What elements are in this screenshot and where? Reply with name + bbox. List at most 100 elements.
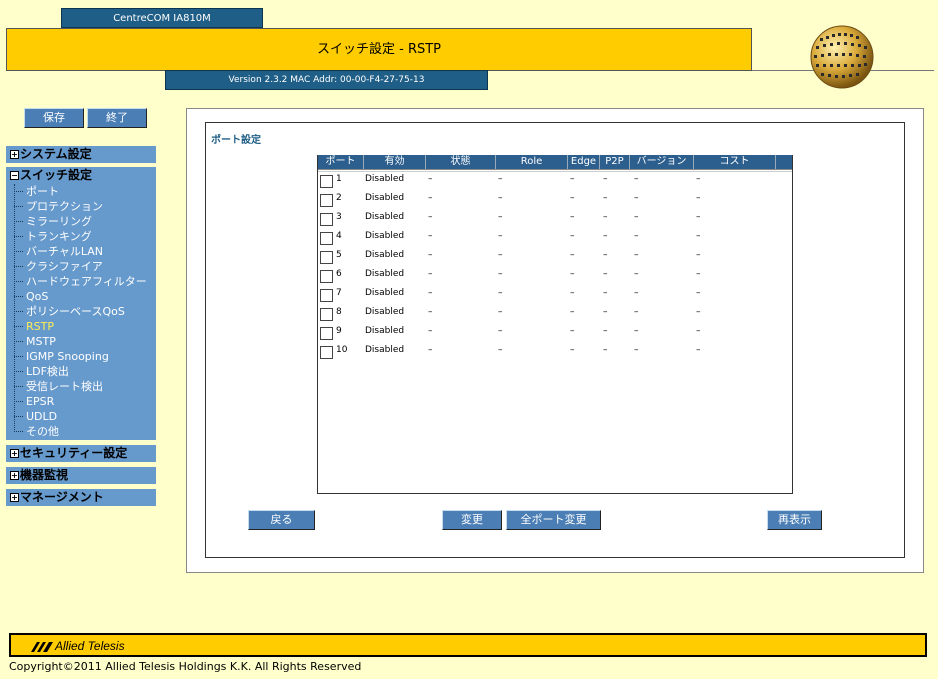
cell-port: 6 — [336, 269, 342, 279]
port-select-checkbox[interactable] — [320, 289, 333, 302]
col-header-edge: Edge — [568, 155, 600, 169]
menu-system-settings[interactable]: + システム設定 — [6, 146, 156, 163]
cell-enabled: Disabled — [365, 288, 405, 298]
cell-version: – — [634, 288, 639, 298]
device-name-tab: CentreCOM IA810M — [61, 8, 263, 28]
cell-p2p: – — [603, 193, 608, 203]
expand-plus-icon[interactable]: + — [10, 150, 19, 159]
back-button[interactable]: 戻る — [248, 510, 315, 530]
table-row: 2 Disabled – – – – – – — [320, 189, 790, 208]
refresh-button[interactable]: 再表示 — [767, 510, 822, 530]
cell-p2p: – — [603, 288, 608, 298]
cell-state: – — [428, 326, 433, 336]
col-header-role: Role — [496, 155, 568, 169]
cell-port: 9 — [336, 326, 342, 336]
cell-p2p: – — [603, 345, 608, 355]
submenu-item-protection[interactable]: プロテクション — [14, 199, 103, 214]
cell-cost: – — [696, 250, 701, 260]
cell-edge: – — [570, 288, 575, 298]
menu-device-monitoring[interactable]: + 機器監視 — [6, 467, 156, 484]
cell-version: – — [634, 174, 639, 184]
cell-cost: – — [696, 288, 701, 298]
port-select-checkbox[interactable] — [320, 194, 333, 207]
col-header-cost: コスト — [694, 155, 776, 169]
expand-plus-icon[interactable]: + — [10, 471, 19, 480]
expand-plus-icon[interactable]: + — [10, 493, 19, 502]
menu-management[interactable]: + マネージメント — [6, 489, 156, 506]
cell-role: – — [498, 269, 503, 279]
submenu-item-epsr[interactable]: EPSR — [14, 394, 54, 409]
cell-state: – — [428, 307, 433, 317]
cell-port: 4 — [336, 231, 342, 241]
exit-button[interactable]: 終了 — [87, 108, 147, 128]
save-button[interactable]: 保存 — [24, 108, 84, 128]
port-select-checkbox[interactable] — [320, 308, 333, 321]
cell-port: 8 — [336, 307, 342, 317]
submenu-item-ldf[interactable]: LDF検出 — [14, 364, 69, 379]
port-select-checkbox[interactable] — [320, 270, 333, 283]
cell-p2p: – — [603, 174, 608, 184]
table-row: 5 Disabled – – – – – – — [320, 246, 790, 265]
submenu-item-rate-detect[interactable]: 受信レート検出 — [14, 379, 103, 394]
port-select-checkbox[interactable] — [320, 232, 333, 245]
submenu-item-mirroring[interactable]: ミラーリング — [14, 214, 92, 229]
cell-state: – — [428, 231, 433, 241]
table-row: 7 Disabled – – – – – – — [320, 284, 790, 303]
menu-system-label: システム設定 — [20, 147, 92, 161]
globe-logo-icon — [810, 25, 874, 89]
port-select-checkbox[interactable] — [320, 327, 333, 340]
cell-port: 3 — [336, 212, 342, 222]
menu-switch-settings[interactable]: − スイッチ設定 — [6, 167, 156, 184]
cell-version: – — [634, 307, 639, 317]
table-row: 9 Disabled – – – – – – — [320, 322, 790, 341]
table-row: 4 Disabled – – – – – – — [320, 227, 790, 246]
col-header-enabled: 有効 — [364, 155, 426, 169]
submenu-item-other[interactable]: その他 — [14, 424, 59, 439]
change-all-ports-button[interactable]: 全ポート変更 — [506, 510, 601, 530]
submenu-item-classifier[interactable]: クラシファイア — [14, 259, 103, 274]
cell-state: – — [428, 269, 433, 279]
port-select-checkbox[interactable] — [320, 175, 333, 188]
submenu-item-mstp[interactable]: MSTP — [14, 334, 56, 349]
table-row: 6 Disabled – – – – – – — [320, 265, 790, 284]
submenu-item-rstp[interactable]: RSTP — [14, 319, 54, 334]
cell-state: – — [428, 174, 433, 184]
submenu-item-port[interactable]: ポート — [14, 184, 59, 199]
port-select-checkbox[interactable] — [320, 346, 333, 359]
page-title: スイッチ設定 - RSTP — [6, 28, 752, 71]
cell-version: – — [634, 269, 639, 279]
footer-logo-text: Allied Telesis — [55, 639, 125, 653]
submenu-item-vlan[interactable]: バーチャルLAN — [14, 244, 103, 259]
cell-version: – — [634, 231, 639, 241]
cell-cost: – — [696, 345, 701, 355]
cell-cost: – — [696, 174, 701, 184]
cell-enabled: Disabled — [365, 269, 405, 279]
submenu-item-trunking[interactable]: トランキング — [14, 229, 92, 244]
submenu-item-hardware-filter[interactable]: ハードウェアフィルター — [14, 274, 147, 289]
submenu-item-policy-qos[interactable]: ポリシーベースQoS — [14, 304, 125, 319]
change-button[interactable]: 変更 — [442, 510, 502, 530]
section-title: ポート設定 — [211, 135, 261, 146]
cell-edge: – — [570, 326, 575, 336]
submenu-item-udld[interactable]: UDLD — [14, 409, 57, 424]
version-info: Version 2.3.2 MAC Addr: 00-00-F4-27-75-1… — [165, 70, 488, 90]
cell-edge: – — [570, 212, 575, 222]
cell-port: 10 — [336, 345, 348, 355]
col-header-state: 状態 — [426, 155, 496, 169]
cell-state: – — [428, 212, 433, 222]
cell-state: – — [428, 250, 433, 260]
cell-cost: – — [696, 193, 701, 203]
table-row: 3 Disabled – – – – – – — [320, 208, 790, 227]
submenu-item-igmp-snooping[interactable]: IGMP Snooping — [14, 349, 109, 364]
cell-version: – — [634, 193, 639, 203]
port-select-checkbox[interactable] — [320, 251, 333, 264]
expand-plus-icon[interactable]: + — [10, 449, 19, 458]
collapse-minus-icon[interactable]: − — [10, 171, 19, 180]
col-header-port: ポート — [318, 155, 364, 169]
cell-version: – — [634, 212, 639, 222]
cell-role: – — [498, 307, 503, 317]
menu-security-settings[interactable]: + セキュリティー設定 — [6, 445, 156, 462]
port-select-checkbox[interactable] — [320, 213, 333, 226]
submenu-item-qos[interactable]: QoS — [14, 289, 48, 304]
cell-p2p: – — [603, 307, 608, 317]
